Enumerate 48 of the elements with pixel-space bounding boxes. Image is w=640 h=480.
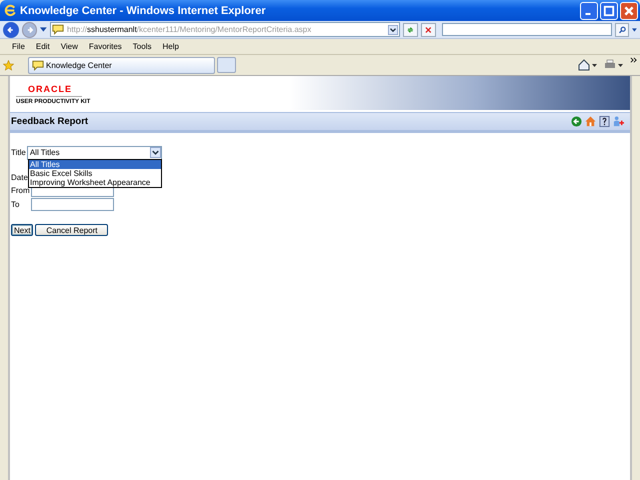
back-icon[interactable] bbox=[571, 116, 582, 127]
star-icon[interactable] bbox=[3, 60, 14, 70]
speech-bubble-icon bbox=[52, 24, 64, 35]
window-title: Knowledge Center - Windows Internet Explorer bbox=[20, 4, 266, 16]
close-button[interactable] bbox=[620, 2, 638, 20]
menu-item[interactable]: Tools bbox=[132, 42, 152, 51]
dropdown-icon[interactable] bbox=[388, 24, 398, 34]
address-field[interactable]: http://sshustermanlt/kcenter111/Mentoring/MentorReportCriteria.aspx bbox=[50, 22, 400, 37]
forward-button[interactable] bbox=[22, 22, 38, 38]
menu-item[interactable]: Favorites bbox=[88, 42, 122, 51]
printer-icon[interactable] bbox=[604, 59, 624, 71]
form-button[interactable]: Next bbox=[11, 224, 34, 236]
stop-icon bbox=[424, 26, 433, 34]
menu-item[interactable]: View bbox=[60, 42, 78, 51]
dropdown-option[interactable]: Improving Worksheet Appearance bbox=[29, 178, 161, 187]
close-icon bbox=[623, 4, 635, 16]
speech-bubble-icon bbox=[32, 60, 44, 70]
search-button[interactable] bbox=[614, 22, 630, 36]
maximize-button[interactable] bbox=[600, 2, 618, 20]
refresh-icon bbox=[406, 26, 415, 34]
field-label: Title bbox=[11, 148, 26, 157]
search-field[interactable] bbox=[442, 23, 612, 36]
field-label: To bbox=[11, 200, 20, 209]
to-date-field[interactable] bbox=[31, 198, 114, 211]
refresh-button[interactable] bbox=[403, 22, 418, 36]
search-icon bbox=[618, 26, 626, 34]
minimize-button[interactable] bbox=[580, 2, 598, 20]
stop-button[interactable] bbox=[420, 22, 436, 36]
logo-text: ORACLE bbox=[16, 84, 82, 96]
menu-item[interactable]: Edit bbox=[36, 42, 50, 51]
field-label: From bbox=[11, 186, 30, 195]
menu-item[interactable]: Help bbox=[162, 42, 179, 51]
chevron-icon[interactable] bbox=[630, 57, 637, 64]
back-button[interactable] bbox=[3, 22, 19, 38]
dropdown-icon[interactable] bbox=[632, 28, 638, 32]
dropdown-option[interactable]: Basic Excel Skills bbox=[29, 169, 161, 178]
minimize-icon bbox=[585, 12, 591, 14]
dropdown-option[interactable]: All Titles bbox=[29, 160, 161, 169]
help-icon[interactable] bbox=[599, 116, 610, 127]
browser-icon bbox=[4, 4, 17, 17]
browser-tab[interactable]: Knowledge Center bbox=[28, 56, 215, 74]
dropdown-icon[interactable] bbox=[40, 27, 47, 32]
form-button[interactable]: Cancel Report bbox=[35, 224, 108, 236]
maximize-icon bbox=[603, 4, 615, 16]
home-icon[interactable] bbox=[578, 59, 598, 71]
menu-item[interactable]: File bbox=[12, 42, 25, 51]
field-label: Date bbox=[11, 173, 28, 182]
report-title: Feedback Report bbox=[11, 116, 88, 127]
